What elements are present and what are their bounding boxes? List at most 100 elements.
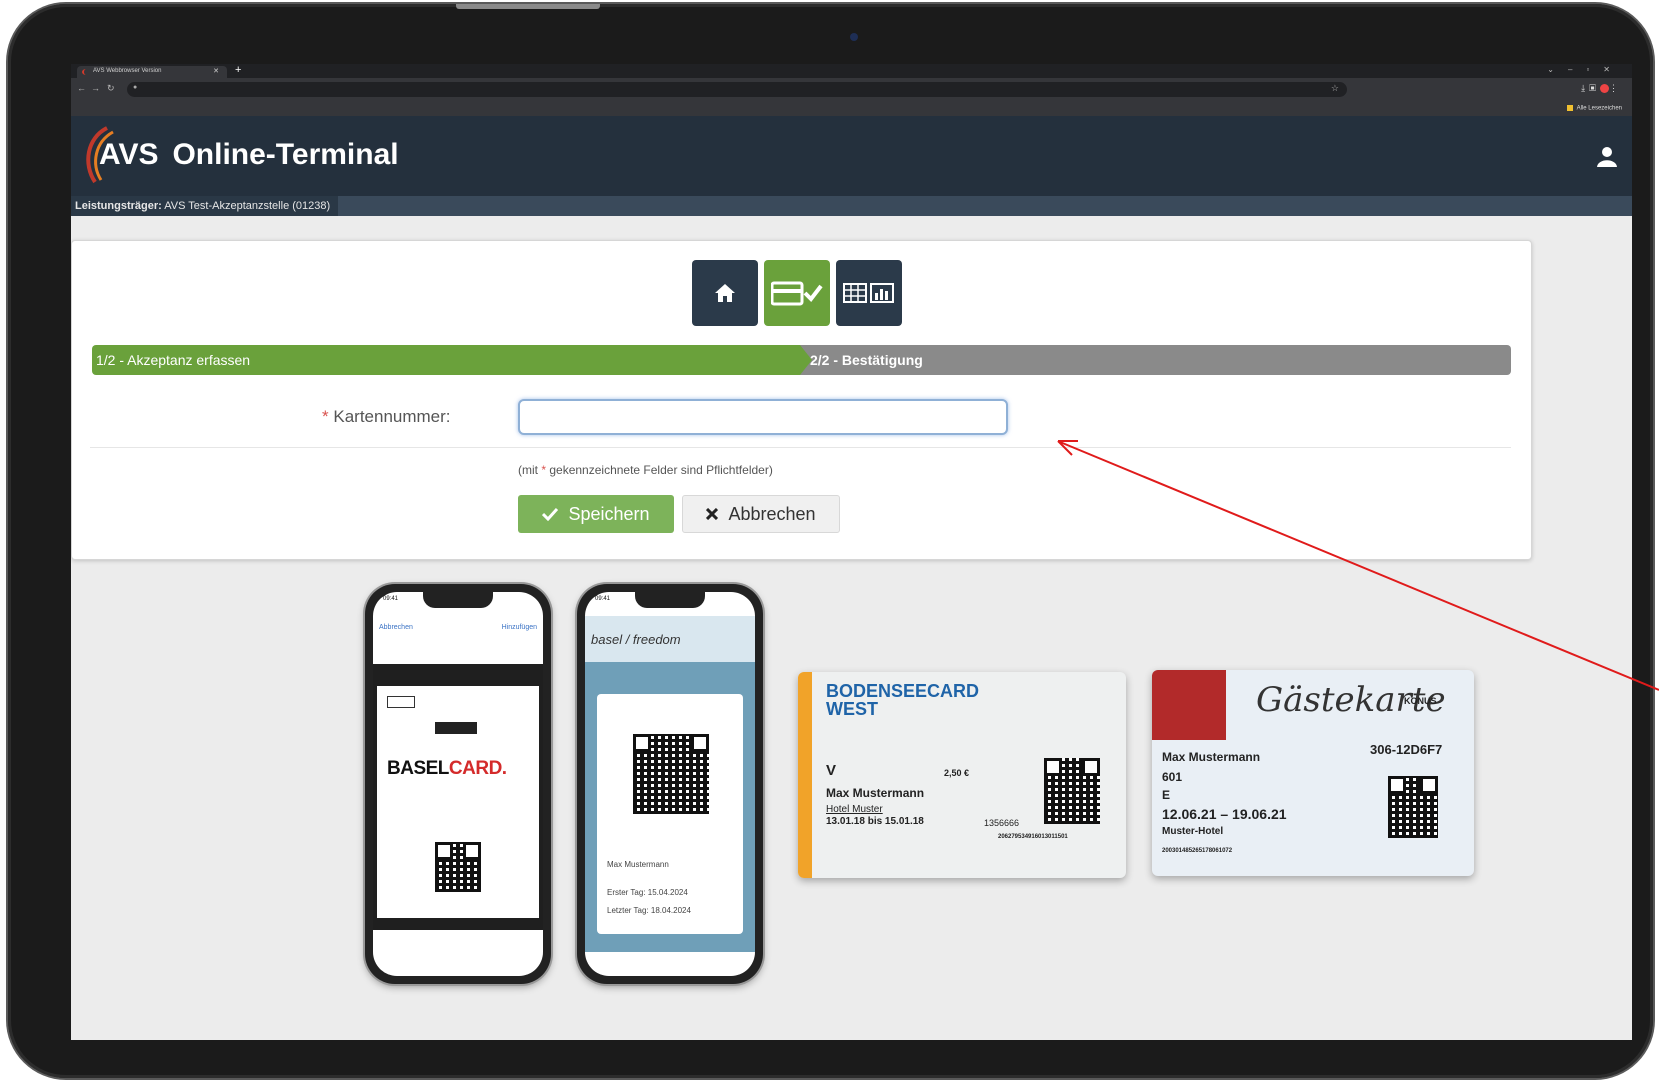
bodenseecard-hotel: Hotel Muster [826, 804, 883, 815]
new-tab-icon[interactable]: + [235, 64, 241, 76]
ticket-last-day: Letzter Tag: 18.04.2024 [607, 906, 691, 915]
table-chart-icon [843, 283, 894, 303]
baselcard-title: BASELCARD. [387, 758, 507, 780]
required-mark: * [322, 407, 329, 426]
basel-logo-badge [435, 722, 477, 734]
bodenseecard-title-line1: BODENSEECARD [826, 681, 980, 701]
gaestekarte-name: Max Mustermann [1162, 750, 1261, 764]
save-label: Speichern [568, 503, 650, 524]
qr-code [633, 734, 709, 814]
url-input[interactable]: ● ☆ [127, 82, 1347, 97]
konus-logo: KONUS [1404, 696, 1437, 706]
extensions-area[interactable]: ⤓▣ ⋮ [1581, 83, 1622, 94]
close-icon [706, 508, 719, 520]
hint-suffix: gekennzeichnete Felder sind Pflichtfelde… [549, 463, 773, 477]
app-header-freedom: basel / freedom [585, 616, 755, 662]
ticket-first-day: Erster Tag: 15.04.2024 [607, 888, 688, 897]
bodenseecard-example: BODENSEECARD WEST V 2,50 € Max Mustermann… [798, 672, 1126, 878]
freedom-content: Max Mustermann Erster Tag: 15.04.2024 Le… [585, 662, 755, 952]
app-subtitle: Online-Terminal [172, 138, 399, 171]
card-number-label: * Kartennummer: [322, 407, 451, 427]
qr-code [1388, 776, 1438, 838]
browser-tab[interactable]: AVS Webbrowser Version ✕ [77, 66, 227, 78]
browser-tab-bar: AVS Webbrowser Version ✕ + ⌄–▫✕ [71, 64, 1632, 78]
all-bookmarks-link[interactable]: Alle Lesezeichen [1566, 105, 1622, 112]
freedom-brand: basel / freedom [591, 632, 681, 647]
provider-value: AVS Test-Akzeptanzstelle (01238) [164, 200, 331, 212]
acceptance-panel: 1/2 - Akzeptanz erfassen 2/2 - Bestätigu… [71, 240, 1532, 560]
progress-steps: 1/2 - Akzeptanz erfassen 2/2 - Bestätigu… [92, 345, 1511, 375]
bookmark-star-icon[interactable]: ☆ [1331, 83, 1339, 94]
gaestekarte-barcode-number: 200301485265178061072 [1162, 848, 1233, 854]
statistics-button[interactable] [836, 260, 902, 326]
bodenseecard-title: BODENSEECARD WEST [826, 682, 979, 718]
check-icon [542, 507, 559, 521]
gaestekarte-hotel: Muster-Hotel [1162, 826, 1224, 837]
phone-screen: 09:41 basel / freedom Max Mustermann Ers… [585, 592, 755, 976]
provider-info: Leistungsträger: AVS Test-Akzeptanzstell… [71, 196, 339, 216]
phone-time: 09:41 [595, 596, 611, 602]
wallet-cancel-link: Abbrechen [379, 624, 413, 631]
lock-icon: ● [133, 84, 138, 91]
bodenseecard-number: 1356666 [984, 818, 1020, 828]
tablet-power-button [456, 4, 600, 9]
tablet-frame: AVS Webbrowser Version ✕ + ⌄–▫✕ ← → ↻ ● … [8, 4, 1653, 1078]
bookmarks-label: Alle Lesezeichen [1576, 105, 1622, 112]
phone-screen: 09:41 Abbrechen Hinzufügen BASELCARD. [373, 592, 543, 976]
provider-bar: Leistungsträger: AVS Test-Akzeptanzstell… [71, 196, 1632, 216]
baselcard-pass: BASELCARD. [377, 686, 539, 918]
bodenseecard-category: V [826, 762, 837, 779]
baselcard-title-plain: BASEL [387, 758, 449, 779]
save-button[interactable]: Speichern [518, 495, 674, 533]
card-number-label-text: Kartennummer: [333, 407, 451, 426]
step-1: 1/2 - Akzeptanz erfassen [92, 345, 800, 375]
browser-address-bar: ← → ↻ ● ☆ ⤓▣ ⋮ [71, 78, 1632, 102]
gaestekarte-code: 306-12D6F7 [1370, 742, 1443, 757]
tablet-screen: AVS Webbrowser Version ✕ + ⌄–▫✕ ← → ↻ ● … [71, 64, 1632, 1040]
window-controls[interactable]: ⌄–▫✕ [1547, 65, 1624, 74]
phone-basel-freedom: 09:41 basel / freedom Max Mustermann Ers… [577, 584, 763, 984]
baselcard-title-accent: CARD. [448, 758, 507, 779]
hint-prefix: (mit [518, 463, 538, 477]
provider-label: Leistungsträger: [75, 200, 162, 212]
card-check-icon [771, 281, 823, 306]
gaestekarte-room: 601 [1162, 770, 1183, 784]
provider-logo [387, 696, 415, 708]
gaestekarte-logo [1152, 670, 1226, 740]
cancel-label: Abbrechen [728, 503, 816, 524]
wallet-header: Abbrechen Hinzufügen [373, 616, 543, 656]
bodenseecard-barcode-number: 206279534916013011501 [998, 834, 1068, 840]
qr-code [435, 842, 481, 892]
back-icon[interactable]: ← [77, 83, 86, 93]
app-title: AVS Online-Terminal [99, 138, 399, 172]
home-icon [715, 284, 735, 302]
divider [90, 447, 1511, 448]
tab-title: AVS Webbrowser Version [93, 68, 162, 74]
bodenseecard-price: 2,50 € [944, 768, 970, 778]
close-tab-icon[interactable]: ✕ [213, 67, 219, 75]
freedom-ticket-modal: Max Mustermann Erster Tag: 15.04.2024 Le… [597, 694, 743, 934]
phone-time: 09:41 [383, 596, 399, 602]
cancel-button[interactable]: Abbrechen [682, 495, 840, 533]
card-stripe [798, 672, 812, 878]
bodenseecard-name: Max Mustermann [826, 786, 925, 800]
profile-avatar[interactable] [1600, 84, 1609, 94]
gaestekarte-category: E [1162, 788, 1171, 802]
bodenseecard-dates: 13.01.18 bis 15.01.18 [826, 816, 924, 827]
reload-icon[interactable]: ↻ [107, 83, 115, 94]
card-number-input[interactable] [518, 399, 1008, 435]
folder-icon [1566, 105, 1573, 111]
user-icon[interactable] [1596, 146, 1618, 168]
wallet-add-link: Hinzufügen [501, 624, 537, 631]
step-2: 2/2 - Bestätigung [800, 345, 1511, 375]
tablet-camera [850, 33, 858, 41]
wallet-pass-area: BASELCARD. [373, 664, 543, 930]
bodenseecard-title-line2: WEST [826, 699, 878, 719]
home-button[interactable] [692, 260, 758, 326]
acceptance-button[interactable] [764, 260, 830, 326]
card-number-row: * Kartennummer: [72, 391, 1531, 441]
gaestekarte-example: Gästekarte KONUS Max Mustermann 306-12D6… [1152, 670, 1474, 876]
forward-icon[interactable]: → [91, 83, 100, 93]
phone-notch [635, 592, 705, 608]
phone-baselcard: 09:41 Abbrechen Hinzufügen BASELCARD. [365, 584, 551, 984]
